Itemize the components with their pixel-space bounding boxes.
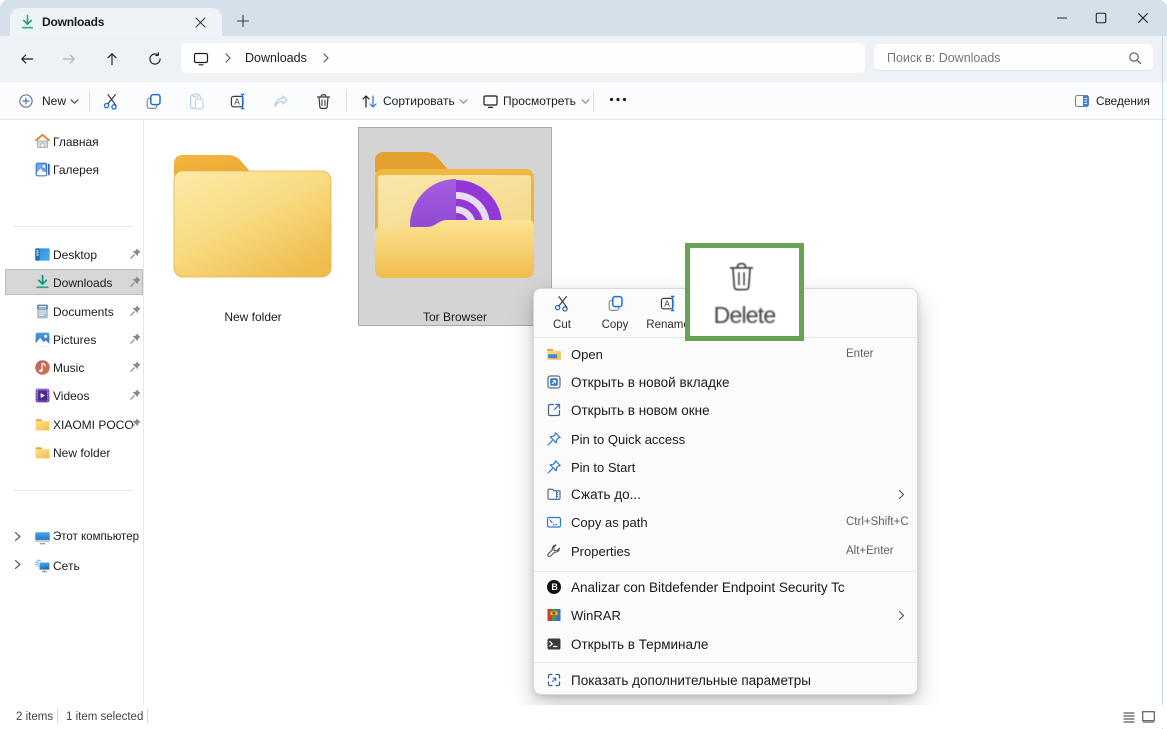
- svg-text:A: A: [664, 299, 670, 309]
- svg-text:B: B: [551, 582, 558, 592]
- svg-text:A: A: [234, 97, 240, 107]
